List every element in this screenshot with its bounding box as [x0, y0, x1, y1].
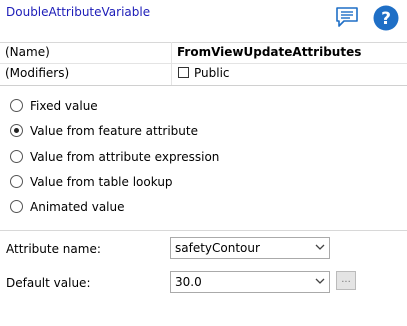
radio-button[interactable] — [10, 150, 23, 163]
properties-grid: (Name) FromViewUpdateAttributes (Modifie… — [0, 42, 407, 86]
property-row-modifiers[interactable]: (Modifiers) Public — [0, 63, 407, 84]
radio-fixed-value[interactable]: Fixed value — [10, 97, 310, 115]
help-button[interactable]: ? — [373, 5, 399, 31]
svg-text:?: ? — [381, 9, 391, 29]
radio-label[interactable]: Animated value — [30, 200, 125, 214]
default-value-value: 30.0 — [175, 275, 202, 289]
default-value-label: Default value: — [6, 276, 91, 290]
comment-icon — [336, 7, 358, 27]
radio-attribute-expression[interactable]: Value from attribute expression — [10, 148, 310, 166]
chevron-down-icon — [315, 244, 325, 250]
default-value-dropdown[interactable]: 30.0 — [170, 271, 330, 293]
chevron-down-icon — [315, 278, 325, 284]
radio-button[interactable] — [10, 200, 23, 213]
radio-animated-value[interactable]: Animated value — [10, 198, 310, 216]
section-divider — [0, 230, 407, 231]
comment-button[interactable] — [335, 5, 359, 29]
radio-feature-attribute[interactable]: Value from feature attribute — [10, 122, 310, 140]
radio-label[interactable]: Value from feature attribute — [30, 124, 198, 138]
radio-button-selected[interactable] — [10, 124, 23, 137]
property-modifiers-label: (Modifiers) — [5, 66, 70, 80]
radio-button[interactable] — [10, 175, 23, 188]
header: DoubleAttributeVariable ? — [0, 0, 407, 43]
ellipsis-button[interactable]: ... — [336, 271, 356, 290]
property-name-value[interactable]: FromViewUpdateAttributes — [177, 45, 361, 59]
attribute-name-label: Attribute name: — [6, 242, 101, 256]
attribute-name-value: safetyContour — [175, 241, 260, 255]
public-checkbox-label[interactable]: Public — [194, 66, 230, 80]
property-row-name[interactable]: (Name) FromViewUpdateAttributes — [0, 42, 407, 64]
radio-table-lookup[interactable]: Value from table lookup — [10, 173, 310, 191]
radio-label[interactable]: Fixed value — [30, 99, 98, 113]
public-checkbox[interactable] — [178, 67, 189, 78]
property-name-label: (Name) — [5, 45, 50, 59]
help-icon: ? — [373, 5, 399, 31]
radio-label[interactable]: Value from attribute expression — [30, 150, 219, 164]
attribute-name-dropdown[interactable]: safetyContour — [170, 237, 330, 259]
variable-type-title: DoubleAttributeVariable — [6, 5, 151, 19]
radio-button[interactable] — [10, 99, 23, 112]
radio-label[interactable]: Value from table lookup — [30, 175, 173, 189]
